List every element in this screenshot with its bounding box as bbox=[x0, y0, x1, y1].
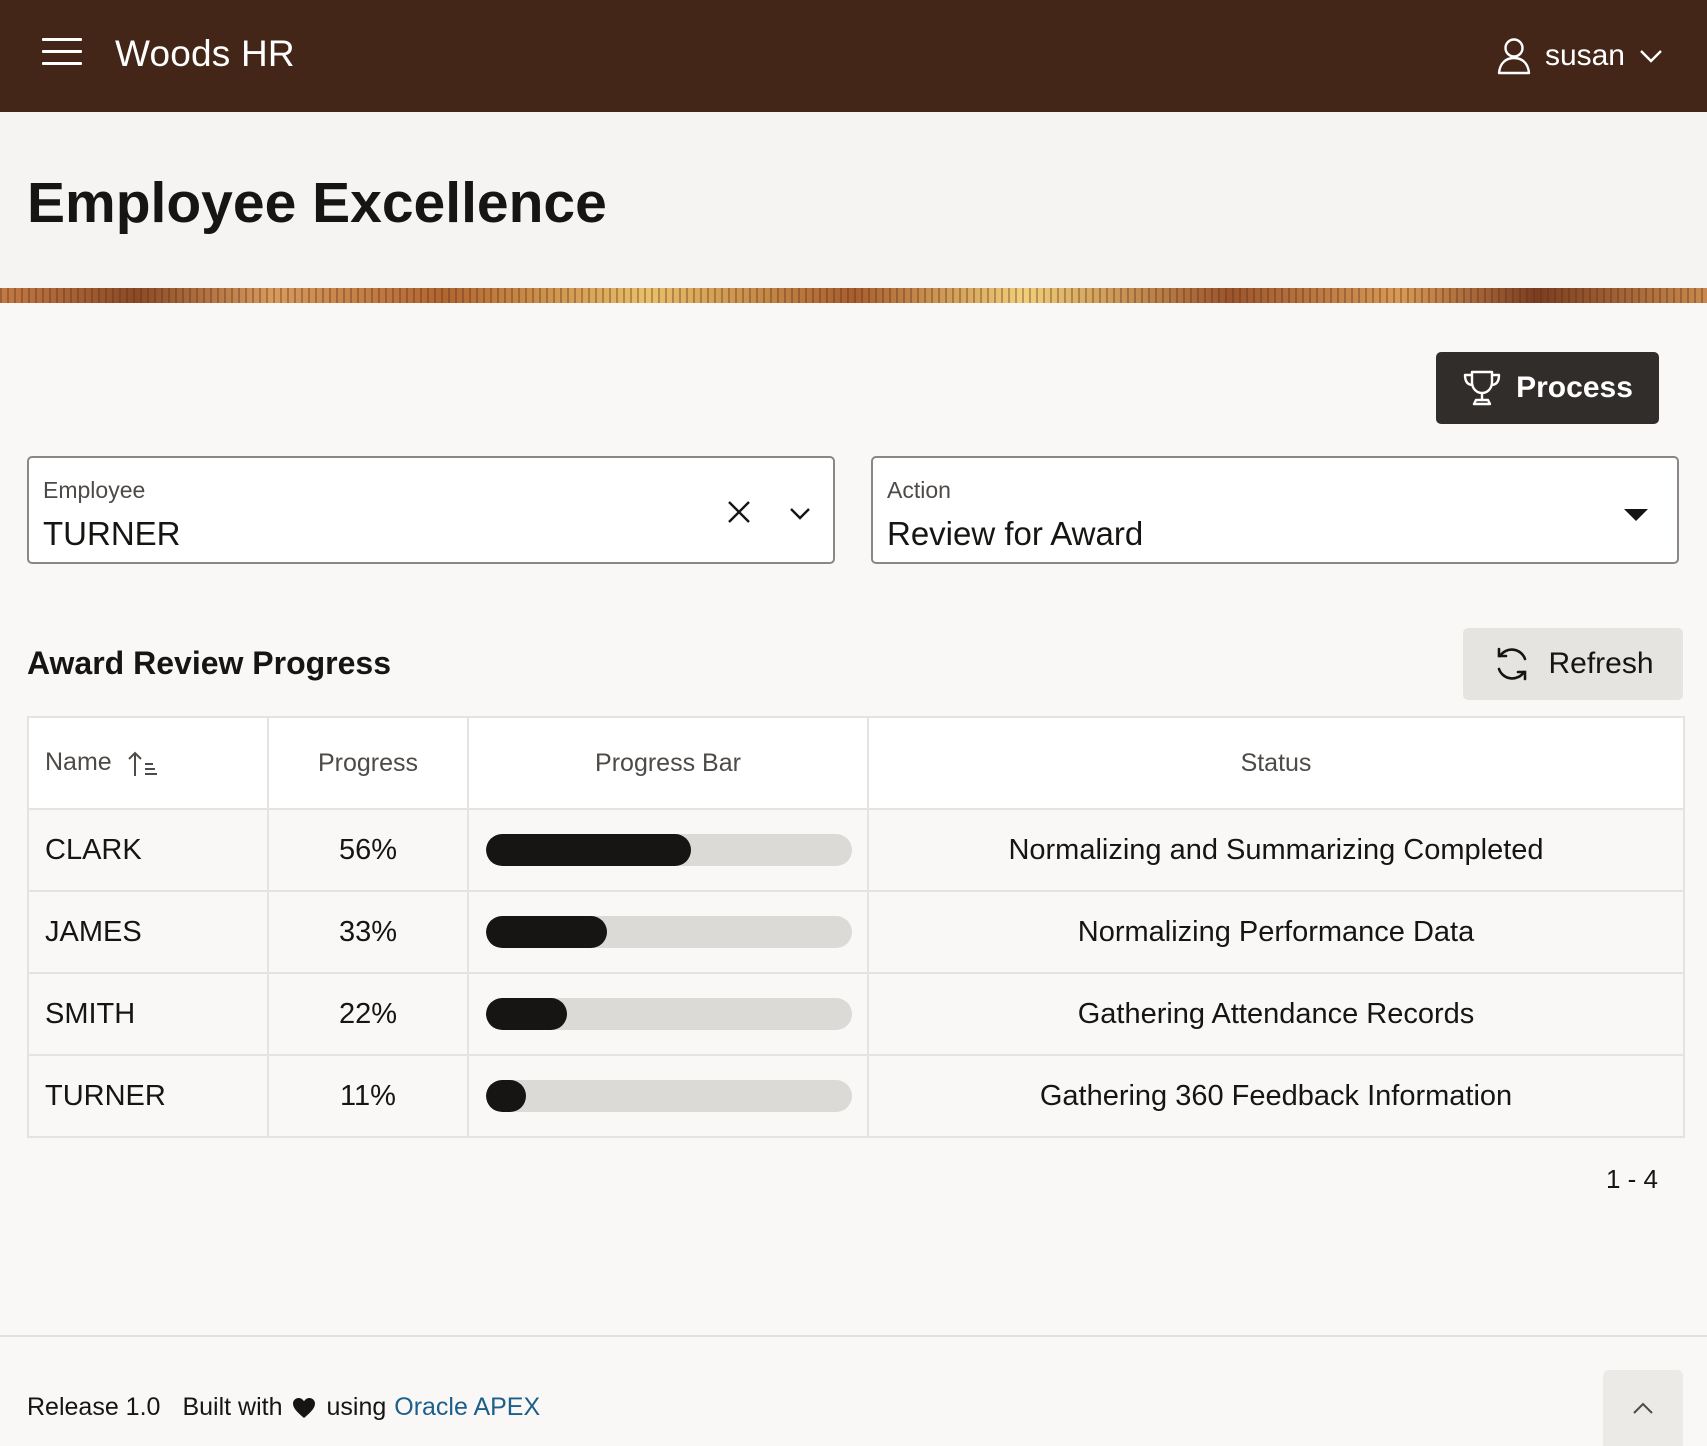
trophy-icon bbox=[1463, 370, 1501, 406]
title-region: Employee Excellence bbox=[0, 112, 1707, 288]
refresh-button-label: Refresh bbox=[1548, 647, 1654, 680]
user-menu-button[interactable]: susan bbox=[1497, 34, 1663, 78]
cell-status: Normalizing and Summarizing Completed bbox=[867, 808, 1685, 892]
action-field-value[interactable]: Review for Award bbox=[887, 515, 1143, 553]
sort-ascending-icon bbox=[127, 751, 157, 776]
user-icon bbox=[1497, 38, 1531, 75]
employee-field[interactable]: Employee TURNER bbox=[27, 456, 835, 564]
cell-progress-bar bbox=[467, 972, 869, 1056]
cell-name: SMITH bbox=[27, 972, 269, 1056]
cell-progress: 11% bbox=[267, 1054, 469, 1138]
caret-down-icon[interactable] bbox=[1621, 504, 1651, 526]
cell-name: CLARK bbox=[27, 808, 269, 892]
cell-progress-bar bbox=[467, 808, 869, 892]
progress-bar-track bbox=[486, 998, 852, 1030]
app-title[interactable]: Woods HR bbox=[115, 33, 295, 75]
column-header-progress[interactable]: Progress bbox=[267, 716, 469, 810]
progress-bar-track bbox=[486, 916, 852, 948]
report-table: Name Progress Progress Bar Status CLARK … bbox=[27, 716, 1685, 1138]
page-footer: Release 1.0 Built with using Oracle APEX bbox=[27, 1393, 540, 1422]
action-field-label: Action bbox=[887, 477, 951, 503]
refresh-button[interactable]: Refresh bbox=[1463, 628, 1683, 700]
footer-divider bbox=[0, 1335, 1707, 1337]
progress-bar-track bbox=[486, 834, 852, 866]
column-header-progress-bar[interactable]: Progress Bar bbox=[467, 716, 869, 810]
progress-bar-fill bbox=[486, 834, 691, 866]
page-title: Employee Excellence bbox=[27, 171, 607, 235]
cell-name: JAMES bbox=[27, 890, 269, 974]
employee-field-value[interactable]: TURNER bbox=[43, 515, 181, 553]
clear-icon[interactable] bbox=[725, 498, 753, 526]
column-header-status[interactable]: Status bbox=[867, 716, 1685, 810]
cell-status: Gathering Attendance Records bbox=[867, 972, 1685, 1056]
decorative-banner bbox=[0, 288, 1707, 303]
refresh-icon bbox=[1498, 647, 1527, 681]
heart-icon bbox=[292, 1397, 316, 1419]
cell-progress: 22% bbox=[267, 972, 469, 1056]
employee-field-label: Employee bbox=[43, 477, 146, 503]
using-text: using bbox=[326, 1393, 387, 1421]
cell-status: Normalizing Performance Data bbox=[867, 890, 1685, 974]
process-button-label: Process bbox=[1516, 371, 1633, 404]
table-header-row: Name Progress Progress Bar Status bbox=[27, 716, 1685, 810]
app-header: Woods HR susan bbox=[0, 0, 1707, 112]
process-button[interactable]: Process bbox=[1436, 352, 1659, 424]
pagination-range: 1 - 4 bbox=[1605, 1164, 1658, 1194]
cell-progress-bar bbox=[467, 1054, 869, 1138]
chevron-up-icon bbox=[1633, 1402, 1653, 1414]
chevron-down-icon[interactable] bbox=[785, 500, 815, 526]
cell-name: TURNER bbox=[27, 1054, 269, 1138]
progress-bar-fill bbox=[486, 1080, 527, 1112]
hamburger-icon bbox=[42, 38, 82, 41]
report-title: Award Review Progress bbox=[27, 645, 392, 681]
oracle-apex-link[interactable]: Oracle APEX bbox=[394, 1393, 540, 1422]
action-select[interactable]: Action Review for Award bbox=[871, 456, 1679, 564]
table-row: SMITH 22% Gathering Attendance Records bbox=[27, 972, 1685, 1056]
cell-progress: 33% bbox=[267, 890, 469, 974]
scroll-to-top-button[interactable] bbox=[1603, 1370, 1683, 1446]
menu-toggle-button[interactable] bbox=[40, 38, 86, 74]
table-row: CLARK 56% Normalizing and Summarizing Co… bbox=[27, 808, 1685, 892]
progress-bar-fill bbox=[486, 916, 607, 948]
user-name: susan bbox=[1544, 39, 1625, 72]
progress-bar-track bbox=[486, 1080, 852, 1112]
column-header-name[interactable]: Name bbox=[27, 716, 269, 810]
release-version: Release 1.0 bbox=[27, 1393, 161, 1421]
cell-progress-bar bbox=[467, 890, 869, 974]
table-row: TURNER 11% Gathering 360 Feedback Inform… bbox=[27, 1054, 1685, 1138]
built-with-text: Built with bbox=[182, 1393, 283, 1421]
progress-bar-fill bbox=[486, 998, 567, 1030]
cell-progress: 56% bbox=[267, 808, 469, 892]
chevron-down-icon bbox=[1640, 50, 1662, 63]
cell-status: Gathering 360 Feedback Information bbox=[867, 1054, 1685, 1138]
table-row: JAMES 33% Normalizing Performance Data bbox=[27, 890, 1685, 974]
